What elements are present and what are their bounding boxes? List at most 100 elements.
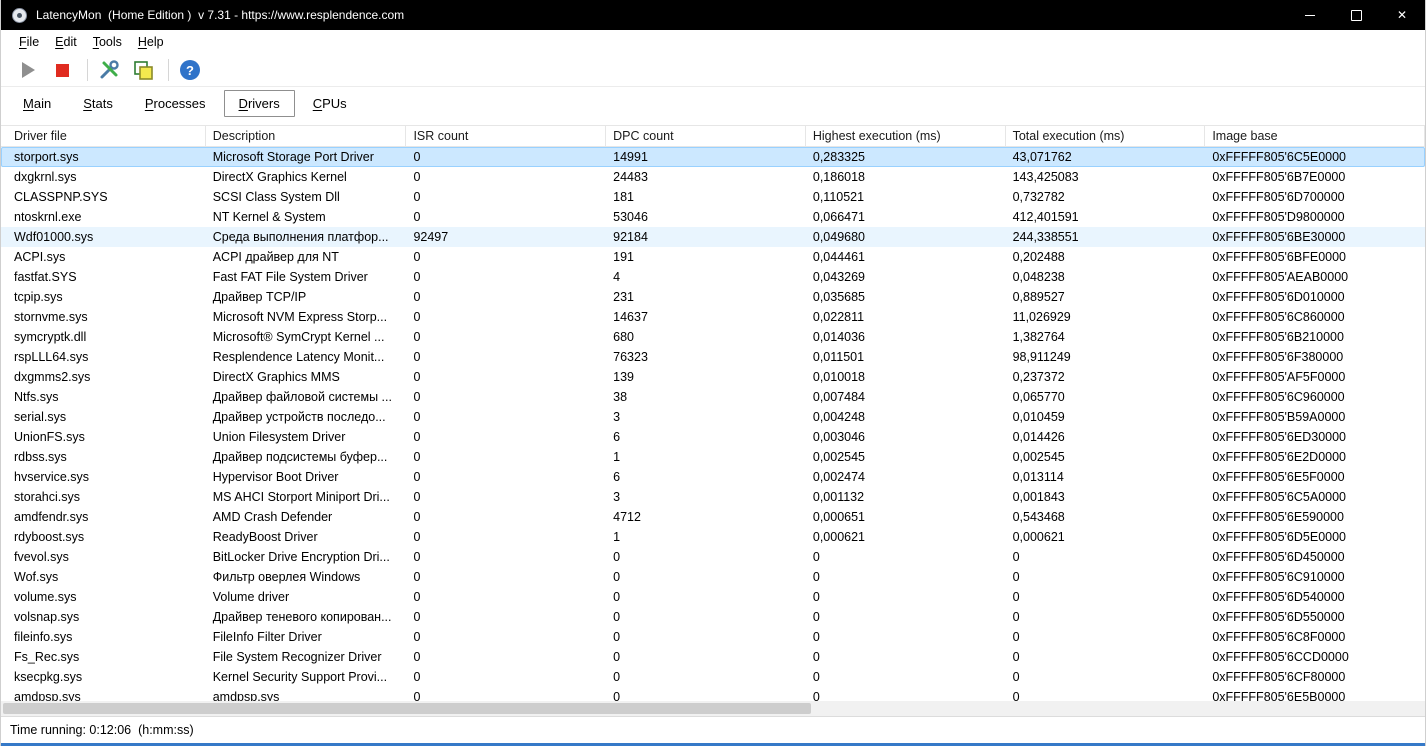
tab-main[interactable]: Main	[9, 91, 65, 116]
table-cell: 0	[1006, 607, 1206, 627]
table-cell: 0,000651	[806, 507, 1006, 527]
table-cell: 0	[406, 287, 606, 307]
table-cell: Volume driver	[206, 587, 407, 607]
column-header[interactable]: DPC count	[606, 126, 806, 146]
title-bar: LatencyMon (Home Edition ) v 7.31 - http…	[1, 0, 1425, 30]
table-cell: 0xFFFFF805'6E5F0000	[1205, 467, 1425, 487]
table-row[interactable]: serial.sysДрайвер устройств последо...03…	[1, 407, 1425, 427]
table-cell: 1,382764	[1006, 327, 1206, 347]
column-header[interactable]: Total execution (ms)	[1006, 126, 1206, 146]
table-cell: 0	[1006, 567, 1206, 587]
table-cell: 0,283325	[806, 147, 1006, 167]
help-button[interactable]: ?	[175, 57, 205, 83]
table-cell: 0,002474	[806, 467, 1006, 487]
tab-cpus[interactable]: CPUs	[299, 91, 361, 116]
table-cell: Microsoft® SymCrypt Kernel ...	[206, 327, 407, 347]
table-row[interactable]: volsnap.sysДрайвер теневого копирован...…	[1, 607, 1425, 627]
table-cell: hvservice.sys	[1, 467, 206, 487]
table-cell: 92184	[606, 227, 806, 247]
table-cell: 412,401591	[1006, 207, 1206, 227]
column-header[interactable]: Driver file	[1, 126, 206, 146]
column-header[interactable]: ISR count	[406, 126, 606, 146]
table-cell: 0xFFFFF805'6E5B0000	[1205, 687, 1425, 701]
table-row[interactable]: fvevol.sysBitLocker Drive Encryption Dri…	[1, 547, 1425, 567]
menu-help[interactable]: Help	[130, 32, 172, 52]
table-cell: 0	[406, 647, 606, 667]
tab-processes[interactable]: Processes	[131, 91, 220, 116]
table-row[interactable]: UnionFS.sysUnion Filesystem Driver060,00…	[1, 427, 1425, 447]
table-cell: Wof.sys	[1, 567, 206, 587]
table-cell: SCSI Class System Dll	[206, 187, 407, 207]
table-row[interactable]: amdpsp.sysamdpsp.sys00000xFFFFF805'6E5B0…	[1, 687, 1425, 701]
table-cell: 0	[606, 627, 806, 647]
table-row[interactable]: Wdf01000.sysСреда выполнения платфор...9…	[1, 227, 1425, 247]
table-body: storport.sysMicrosoft Storage Port Drive…	[1, 147, 1425, 701]
copy-report-button[interactable]	[128, 57, 158, 83]
stop-monitor-button[interactable]	[47, 57, 77, 83]
table-row[interactable]: amdfendr.sysAMD Crash Defender047120,000…	[1, 507, 1425, 527]
table-row[interactable]: fileinfo.sysFileInfo Filter Driver00000x…	[1, 627, 1425, 647]
table-cell: 0,889527	[1006, 287, 1206, 307]
table-cell: 0xFFFFF805'6ED30000	[1205, 427, 1425, 447]
table-row[interactable]: ksecpkg.sysKernel Security Support Provi…	[1, 667, 1425, 687]
horizontal-scrollbar[interactable]	[1, 701, 1425, 716]
table-row[interactable]: storport.sysMicrosoft Storage Port Drive…	[1, 147, 1425, 167]
table-row[interactable]: storahci.sysMS AHCI Storport Miniport Dr…	[1, 487, 1425, 507]
table-row[interactable]: ACPI.sysACPI драйвер для NT01910,0444610…	[1, 247, 1425, 267]
table-cell: Union Filesystem Driver	[206, 427, 407, 447]
column-header[interactable]: Image base	[1205, 126, 1425, 146]
table-cell: 244,338551	[1006, 227, 1206, 247]
menu-file[interactable]: File	[11, 32, 47, 52]
column-header[interactable]: Highest execution (ms)	[806, 126, 1006, 146]
table-cell: 0,237372	[1006, 367, 1206, 387]
table-row[interactable]: fastfat.SYSFast FAT File System Driver04…	[1, 267, 1425, 287]
tab-drivers[interactable]: Drivers	[224, 90, 295, 117]
scrollbar-thumb[interactable]	[3, 703, 811, 714]
table-row[interactable]: ntoskrnl.exeNT Kernel & System0530460,06…	[1, 207, 1425, 227]
table-cell: 0	[406, 367, 606, 387]
table-cell: 0	[406, 627, 606, 647]
table-row[interactable]: dxgkrnl.sysDirectX Graphics Kernel024483…	[1, 167, 1425, 187]
tab-stats[interactable]: Stats	[69, 91, 127, 116]
column-header[interactable]: Description	[206, 126, 407, 146]
minimize-button[interactable]	[1287, 0, 1333, 30]
table-row[interactable]: Ntfs.sysДрайвер файловой системы ...0380…	[1, 387, 1425, 407]
table-cell: 0xFFFFF805'6C5E0000	[1205, 147, 1425, 167]
table-row[interactable]: hvservice.sysHypervisor Boot Driver060,0…	[1, 467, 1425, 487]
close-button[interactable]: ✕	[1379, 0, 1425, 30]
table-cell: 0	[806, 647, 1006, 667]
table-row[interactable]: rspLLL64.sysResplendence Latency Monit..…	[1, 347, 1425, 367]
table-cell: 0	[806, 667, 1006, 687]
table-cell: 0	[806, 687, 1006, 701]
table-row[interactable]: rdbss.sysДрайвер подсистемы буфер...010,…	[1, 447, 1425, 467]
menu-tools[interactable]: Tools	[85, 32, 130, 52]
table-cell: Драйвер подсистемы буфер...	[206, 447, 407, 467]
table-row[interactable]: rdyboost.sysReadyBoost Driver010,0006210…	[1, 527, 1425, 547]
table-cell: 0xFFFFF805'6D010000	[1205, 287, 1425, 307]
table-row[interactable]: Wof.sysФильтр оверлея Windows00000xFFFFF…	[1, 567, 1425, 587]
table-row[interactable]: symcryptk.dllMicrosoft® SymCrypt Kernel …	[1, 327, 1425, 347]
table-cell: ReadyBoost Driver	[206, 527, 407, 547]
table-cell: 0xFFFFF805'6C910000	[1205, 567, 1425, 587]
table-row[interactable]: tcpip.sysДрайвер TCP/IP02310,0356850,889…	[1, 287, 1425, 307]
start-monitor-button[interactable]	[13, 57, 43, 83]
table-cell: 0	[406, 387, 606, 407]
table-cell: 0xFFFFF805'6CF80000	[1205, 667, 1425, 687]
table-cell: 0	[406, 147, 606, 167]
tools-button[interactable]	[94, 57, 124, 83]
table-cell: 0xFFFFF805'6D450000	[1205, 547, 1425, 567]
menu-edit[interactable]: Edit	[47, 32, 85, 52]
table-row[interactable]: CLASSPNP.SYSSCSI Class System Dll01810,1…	[1, 187, 1425, 207]
table-row[interactable]: stornvme.sysMicrosoft NVM Express Storp.…	[1, 307, 1425, 327]
table-row[interactable]: Fs_Rec.sysFile System Recognizer Driver0…	[1, 647, 1425, 667]
table-cell: 0xFFFFF805'6BE30000	[1205, 227, 1425, 247]
table-cell: dxgkrnl.sys	[1, 167, 206, 187]
table-cell: Драйвер TCP/IP	[206, 287, 407, 307]
maximize-button[interactable]	[1333, 0, 1379, 30]
table-cell: 0	[1006, 647, 1206, 667]
table-row[interactable]: volume.sysVolume driver00000xFFFFF805'6D…	[1, 587, 1425, 607]
table-cell: 0	[406, 187, 606, 207]
table-row[interactable]: dxgmms2.sysDirectX Graphics MMS01390,010…	[1, 367, 1425, 387]
table-cell: 14637	[606, 307, 806, 327]
table-cell: 0	[606, 547, 806, 567]
